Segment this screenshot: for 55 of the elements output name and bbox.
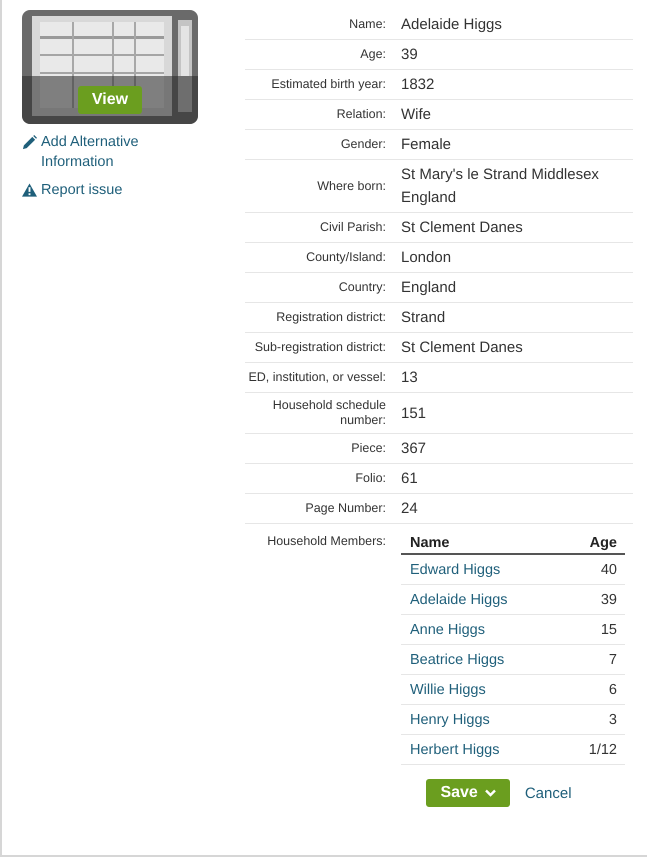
member-age: 3 — [562, 704, 625, 734]
member-name-link[interactable]: Adelaide Higgs — [410, 592, 508, 608]
field-label: Where born: — [316, 178, 386, 194]
field-value: 151 — [401, 404, 428, 424]
field-value: Female — [401, 135, 452, 155]
member-age: 6 — [562, 674, 625, 704]
member-name-link[interactable]: Beatrice Higgs — [410, 652, 504, 668]
field-value: Adelaide Higgs — [401, 15, 503, 35]
field-value: 39 — [401, 45, 419, 65]
field-value: 1832 — [401, 75, 436, 95]
member-age: 40 — [562, 554, 625, 584]
chevron-down-icon — [484, 789, 496, 797]
field-value: St Clement Danes — [401, 218, 524, 238]
member-age: 7 — [562, 644, 625, 674]
add-information-link[interactable]: Add Alternative Information — [41, 132, 202, 172]
field-value: 367 — [401, 439, 428, 459]
warning-icon — [22, 183, 37, 197]
field-value: London — [401, 248, 452, 268]
field-label: ED, institution, or vessel: — [247, 369, 386, 386]
member-name-link[interactable]: Herbert Higgs — [410, 742, 500, 758]
report-issue-link[interactable]: Report issue — [41, 180, 122, 200]
field-label: Gender: — [340, 136, 386, 153]
field-label: Country: — [338, 279, 386, 296]
field-label: Relation: — [336, 106, 386, 123]
field-label: Civil Parish: — [319, 219, 386, 236]
field-label: Estimated birth year: — [270, 76, 386, 93]
member-name-link[interactable]: Edward Higgs — [410, 562, 500, 578]
field-value: St Clement Danes — [401, 338, 524, 358]
field-label: Household schedule number: — [272, 397, 386, 429]
field-label: Household Members: — [266, 533, 386, 550]
member-name-link[interactable]: Anne Higgs — [410, 622, 485, 638]
field-label: Sub-registration district: — [254, 339, 386, 356]
column-header: Age — [562, 529, 625, 554]
member-age: 15 — [562, 614, 625, 644]
field-value: Wife — [401, 105, 432, 125]
cancel-link[interactable]: Cancel — [524, 784, 572, 802]
field-label: County/Island: — [305, 249, 386, 266]
pencil-icon — [22, 135, 37, 150]
field-value: England — [401, 278, 458, 298]
field-label: Piece: — [350, 440, 386, 457]
field-value: 24 — [401, 499, 419, 519]
field-label: Age: — [359, 46, 386, 63]
field-label: Registration district: — [275, 309, 386, 326]
member-age: 39 — [562, 584, 625, 614]
field-label: Page Number: — [304, 500, 386, 517]
field-value: 61 — [401, 469, 419, 489]
field-value: St Mary's le Strand Middlesex England — [401, 165, 600, 208]
member-age: 1/12 — [562, 734, 625, 764]
field-value: Strand — [401, 308, 446, 328]
field-label: Name: — [348, 16, 386, 33]
member-name-link[interactable]: Willie Higgs — [410, 682, 486, 698]
column-header: Name — [401, 529, 562, 554]
member-name-link[interactable]: Henry Higgs — [410, 712, 490, 728]
field-label: Folio: — [354, 470, 386, 487]
field-value: 13 — [401, 368, 419, 388]
